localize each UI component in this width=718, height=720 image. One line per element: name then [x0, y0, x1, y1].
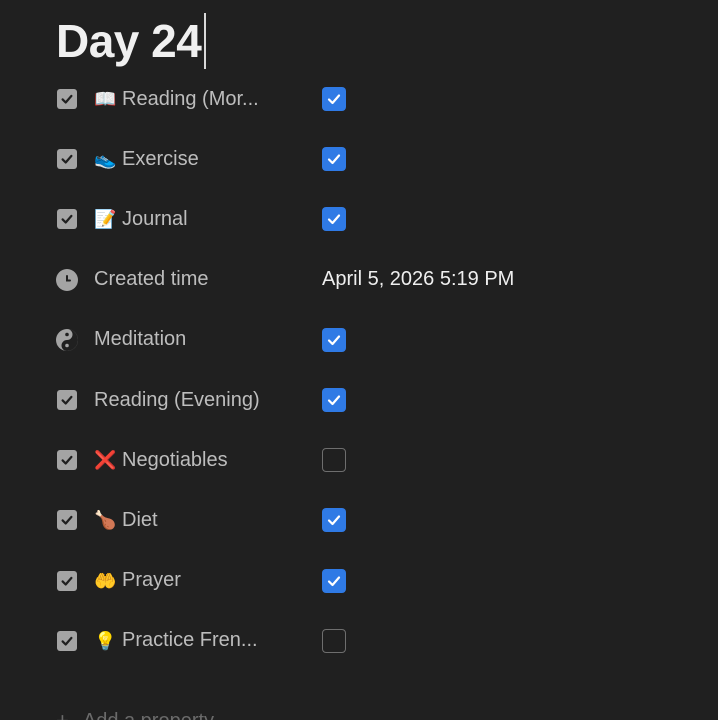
- text-caret: [204, 13, 207, 69]
- property-name[interactable]: 🍗 Diet: [56, 496, 158, 544]
- page-title-text[interactable]: Day 24: [56, 12, 202, 70]
- property-name[interactable]: 📝 Journal: [56, 195, 188, 243]
- property-name[interactable]: 🤲 Prayer: [56, 557, 181, 605]
- checkbox-unchecked[interactable]: [322, 448, 346, 473]
- property-checkbox[interactable]: [322, 617, 346, 665]
- property-label: Meditation: [94, 328, 187, 351]
- property-label: Reading (Evening): [94, 388, 260, 411]
- property-row: Meditation: [0, 316, 718, 364]
- checkbox-checked[interactable]: [322, 87, 346, 111]
- clock-icon: [56, 268, 78, 291]
- checkbox-checked[interactable]: [322, 508, 346, 533]
- checkbox-checked[interactable]: [322, 388, 346, 412]
- property-emoji-icon: 💡: [94, 630, 117, 651]
- property-checkbox[interactable]: [322, 195, 346, 243]
- property-label: Created time: [94, 268, 209, 291]
- property-name[interactable]: 📖 Reading (Mor...: [56, 75, 259, 123]
- property-emoji-icon: 👟: [94, 149, 117, 170]
- property-name[interactable]: 👟 Exercise: [56, 135, 199, 183]
- property-row: 👟 Exercise: [0, 135, 718, 183]
- notion-page: Day 24 📖 Reading (Mor... 👟 Exercise 📝 Journal…: [0, 0, 718, 720]
- checkbox-checked[interactable]: [322, 327, 346, 352]
- property-emoji-icon: 📝: [94, 209, 117, 230]
- property-label: Practice Fren...: [122, 629, 258, 652]
- property-name[interactable]: Meditation: [56, 316, 186, 364]
- checkbox-unchecked[interactable]: [322, 628, 346, 653]
- property-checkbox[interactable]: [322, 376, 346, 424]
- property-emoji-icon: ❌: [94, 450, 117, 471]
- checkbox-type-icon: [56, 449, 78, 471]
- checkbox-type-icon: [56, 509, 78, 531]
- property-name[interactable]: ❌ Negotiables: [56, 436, 228, 484]
- property-row: Reading (Evening): [0, 376, 718, 424]
- add-property-label: Add a property: [83, 710, 214, 720]
- checkbox-type-icon: [56, 570, 78, 592]
- property-name[interactable]: Created time: [56, 256, 209, 304]
- checkbox-type-icon: [56, 208, 78, 230]
- property-checkbox[interactable]: [322, 135, 346, 183]
- checkbox-type-icon: [56, 389, 78, 411]
- property-emoji-icon: 📖: [94, 89, 117, 109]
- checkbox-type-icon: [56, 148, 78, 170]
- property-label: Reading (Mor...: [122, 87, 259, 110]
- property-emoji-icon: 🍗: [94, 510, 117, 531]
- property-row: ❌ Negotiables: [0, 436, 718, 484]
- add-property-button[interactable]: + Add a property: [56, 708, 214, 720]
- property-name[interactable]: Reading (Evening): [56, 376, 260, 424]
- page-title[interactable]: Day 24: [56, 12, 207, 70]
- property-label: Negotiables: [122, 448, 228, 471]
- created-time-text: April 5, 2026 5:19 PM: [322, 268, 515, 291]
- property-label: Prayer: [122, 569, 181, 592]
- property-emoji-icon: 🤲: [94, 570, 117, 591]
- created-time-value[interactable]: April 5, 2026 5:19 PM: [322, 256, 514, 304]
- property-row: 💡 Practice Fren...: [0, 617, 718, 665]
- property-checkbox[interactable]: [322, 436, 346, 484]
- checkbox-checked[interactable]: [322, 147, 346, 172]
- property-row: 🤲 Prayer: [0, 557, 718, 605]
- property-row: 📝 Journal: [0, 195, 718, 243]
- checkbox-type-icon: [56, 88, 78, 110]
- property-checkbox[interactable]: [322, 496, 346, 544]
- property-checkbox[interactable]: [322, 557, 346, 605]
- property-label: Diet: [122, 508, 158, 531]
- property-checkbox[interactable]: [322, 316, 346, 364]
- property-checkbox[interactable]: [322, 75, 346, 123]
- checkbox-checked[interactable]: [322, 207, 346, 232]
- checkbox-type-icon: [56, 630, 78, 652]
- property-row: 🍗 Diet: [0, 496, 718, 544]
- property-label: Exercise: [122, 147, 199, 170]
- yin-yang-icon: [56, 328, 78, 351]
- property-row: 📖 Reading (Mor...: [0, 75, 718, 123]
- plus-icon: +: [56, 708, 69, 720]
- checkbox-checked[interactable]: [322, 568, 346, 593]
- property-label: Journal: [122, 207, 188, 230]
- property-row: Created time April 5, 2026 5:19 PM: [0, 256, 718, 304]
- property-name[interactable]: 💡 Practice Fren...: [56, 617, 258, 665]
